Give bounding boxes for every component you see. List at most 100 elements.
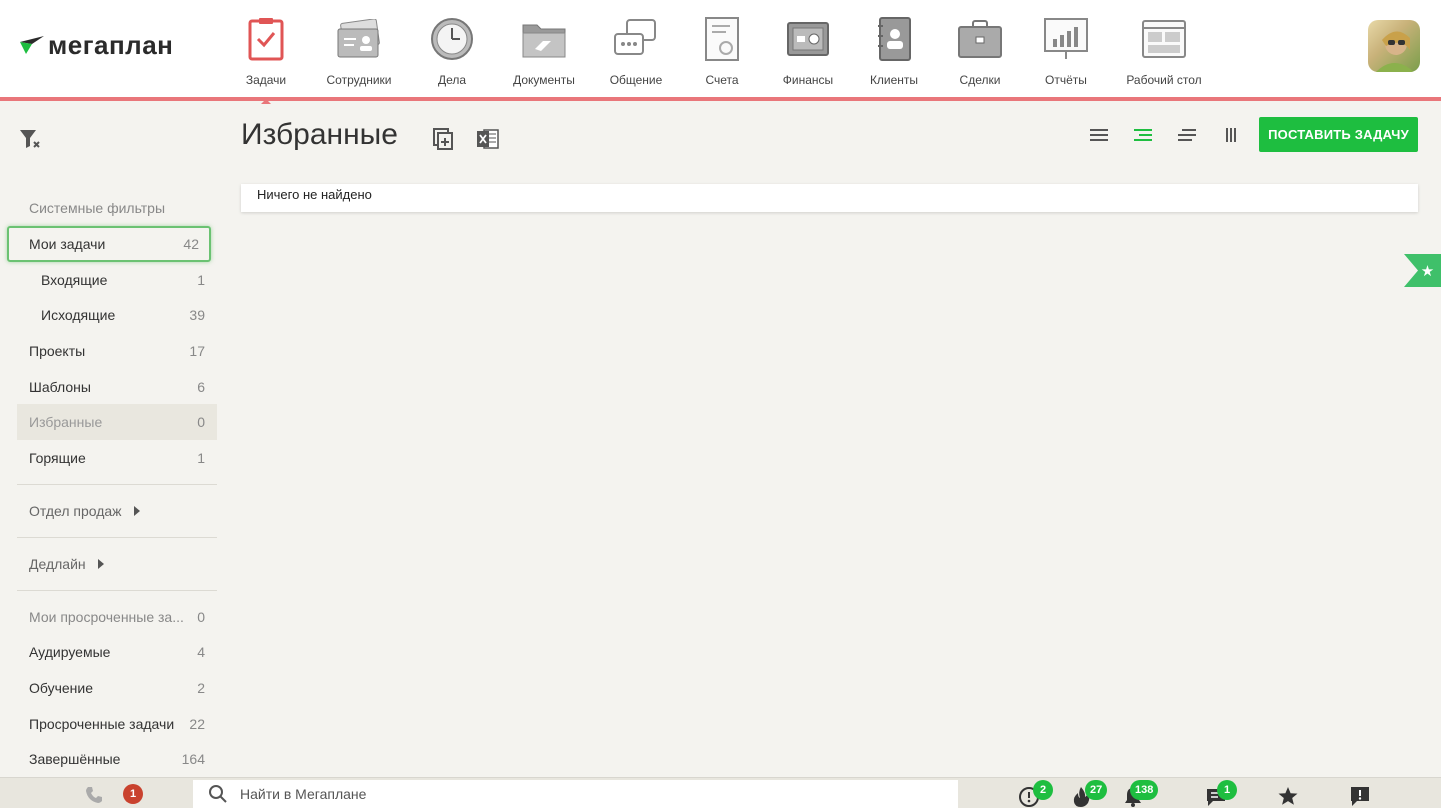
document-folder-icon	[520, 15, 568, 63]
create-task-button[interactable]: ПОСТАВИТЬ ЗАДАЧУ	[1259, 117, 1418, 152]
system-filters-heading: Системные фильтры	[29, 200, 166, 216]
filter-favorites[interactable]: Избранные 0	[17, 404, 217, 441]
briefcase-icon	[956, 15, 1004, 63]
top-navigation-bar: мегаплан Задачи Сотрудники Дела Документ…	[0, 0, 1441, 104]
nav-label: Сотрудники	[326, 73, 392, 87]
nav-label: Общение	[609, 73, 663, 87]
logo-text: мегаплан	[48, 30, 174, 60]
group-label: Дедлайн	[29, 555, 86, 572]
filter-label: Мои просроченные за...	[29, 608, 184, 625]
view-compact-icon[interactable]	[1176, 124, 1198, 146]
filter-completed[interactable]: Завершённые 164	[17, 742, 217, 778]
group-deadline[interactable]: Дедлайн	[17, 546, 217, 582]
nav-tasks[interactable]: Задачи	[236, 10, 296, 104]
nav-label: Дела	[437, 73, 467, 87]
nav-label: Документы	[513, 73, 575, 87]
nav-deals[interactable]: Сделки	[950, 10, 1010, 92]
group-sales-dept[interactable]: Отдел продаж	[17, 493, 217, 529]
filter-label: Завершённые	[29, 751, 121, 768]
filter-overdue-tasks[interactable]: Просроченные задачи 22	[17, 706, 217, 742]
notifications-badge: 138	[1130, 780, 1159, 800]
filter-outgoing[interactable]: Исходящие 39	[17, 297, 217, 333]
filter-my-overdue[interactable]: Мои просроченные за... 0	[17, 599, 217, 635]
tasks-clipboard-icon	[242, 15, 290, 63]
bar-chart-board-icon	[1042, 15, 1090, 63]
filter-count: 22	[189, 715, 205, 732]
filter-count: 6	[197, 378, 205, 395]
filter-count: 42	[183, 235, 199, 252]
feedback-icon[interactable]	[1349, 785, 1371, 807]
filter-my-tasks[interactable]: Мои задачи 42	[7, 226, 211, 262]
phone-icon[interactable]	[84, 785, 104, 805]
messages-badge: 1	[1217, 780, 1237, 800]
filter-label: Входящие	[41, 271, 108, 288]
nav-documents[interactable]: Документы	[482, 10, 606, 92]
hot-badge: 27	[1085, 780, 1108, 800]
employee-card-icon	[335, 15, 383, 63]
nav-invoices[interactable]: Счета	[666, 10, 778, 92]
nav-finances[interactable]: Финансы	[778, 10, 838, 92]
filter-label: Проекты	[29, 342, 86, 359]
filter-clear-icon[interactable]	[18, 127, 42, 151]
nav-communication[interactable]: Общение	[606, 10, 666, 92]
filter-training[interactable]: Обучение 2	[17, 670, 217, 706]
copy-add-icon[interactable]	[432, 127, 456, 151]
sidebar-divider	[17, 536, 217, 538]
nav-label: Отчёты	[1045, 73, 1087, 87]
filter-count: 1	[197, 449, 205, 466]
nav-label: Сделки	[959, 73, 1001, 87]
sidebar-divider	[17, 483, 217, 485]
nav-employees[interactable]: Сотрудники	[296, 10, 422, 92]
group-label: Отдел продаж	[29, 502, 122, 519]
filter-label: Исходящие	[41, 307, 116, 324]
megaplan-logo[interactable]: мегаплан	[18, 30, 173, 61]
nav-desktop[interactable]: Рабочий стол	[1122, 10, 1206, 92]
star-icon: ★	[1420, 262, 1435, 280]
filter-count: 0	[197, 608, 205, 625]
filter-templates[interactable]: Шаблоны 6	[17, 369, 217, 405]
user-avatar[interactable]	[1368, 20, 1420, 72]
filter-projects[interactable]: Проекты 17	[17, 333, 217, 369]
filter-label: Избранные	[29, 414, 103, 431]
page-title: Избранные	[241, 118, 398, 151]
view-tree-icon[interactable]	[1132, 124, 1154, 146]
main-nav: Задачи Сотрудники Дела Документы Общение	[236, 10, 1206, 104]
missed-calls-badge: 1	[123, 784, 143, 804]
filters-sidebar: Системные фильтры Мои задачи 42 Входящие…	[7, 190, 217, 778]
filter-label: Просроченные задачи	[29, 715, 175, 732]
search-input[interactable]	[240, 786, 840, 802]
filter-count: 0	[197, 414, 205, 431]
filter-count: 164	[181, 751, 205, 768]
star-icon[interactable]	[1277, 785, 1299, 807]
filter-incoming[interactable]: Входящие 1	[17, 262, 217, 298]
filter-count: 39	[189, 307, 205, 324]
invoice-icon	[698, 15, 746, 63]
view-list-icon[interactable]	[1088, 124, 1110, 146]
filter-burning[interactable]: Горящие 1	[17, 440, 217, 476]
filter-label: Шаблоны	[29, 378, 91, 395]
nav-label: Счета	[705, 73, 739, 87]
nav-clients[interactable]: Клиенты	[838, 10, 950, 92]
favorites-tab[interactable]: ★	[1404, 254, 1441, 287]
search-icon	[208, 784, 228, 804]
nav-label: Клиенты	[869, 73, 919, 87]
nav-reports[interactable]: Отчёты	[1010, 10, 1122, 92]
excel-export-icon[interactable]	[476, 127, 500, 151]
view-columns-icon[interactable]	[1220, 124, 1242, 146]
safe-icon	[784, 15, 832, 63]
alerts-badge: 2	[1033, 780, 1053, 800]
nav-cases[interactable]: Дела	[422, 10, 482, 92]
filter-count: 2	[197, 680, 205, 697]
logo-plane-icon	[18, 32, 46, 60]
filter-audited[interactable]: Аудируемые 4	[17, 635, 217, 671]
dashboard-icon	[1140, 15, 1188, 63]
nav-label: Рабочий стол	[1126, 73, 1202, 87]
expand-arrow-icon	[97, 558, 104, 569]
expand-arrow-icon	[133, 505, 140, 516]
address-book-icon	[870, 15, 918, 63]
empty-result-message: Ничего не найдено	[241, 184, 1418, 212]
global-search[interactable]	[193, 780, 958, 808]
filter-label: Аудируемые	[29, 644, 111, 661]
filter-count: 4	[197, 644, 205, 661]
sidebar-divider	[17, 589, 217, 591]
